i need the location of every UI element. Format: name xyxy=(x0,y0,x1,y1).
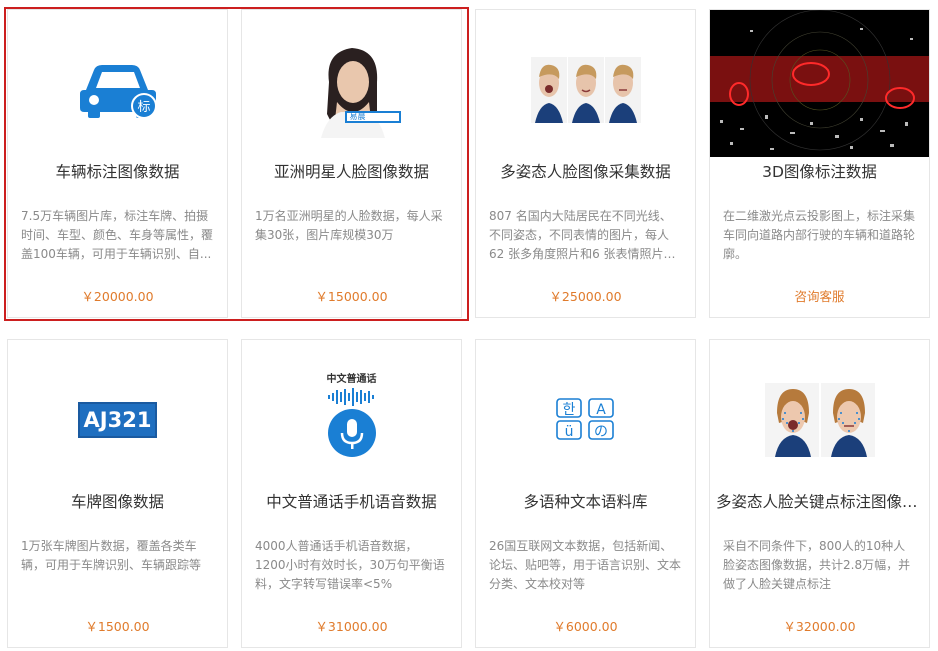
product-price: ￥6000.00 xyxy=(553,619,618,634)
plate-text: AJ321 xyxy=(77,402,158,438)
product-title[interactable]: 3D图像标注数据 xyxy=(710,160,929,182)
product-card-vehicle[interactable]: 标 车辆标注图像数据 7.5万车辆图片库，标注车牌、拍摄时间、车型、颜色、车身等… xyxy=(7,9,228,318)
face-label-badge: 易晨 xyxy=(344,111,401,123)
svg-text:の: の xyxy=(594,424,608,440)
car-icon: 标 xyxy=(8,38,227,142)
product-price: ￥32000.00 xyxy=(783,619,856,634)
multilingual-text-icon: 한 A ü の xyxy=(476,368,695,472)
product-card-multi-pose-face[interactable]: 多姿态人脸图像采集数据 807 名国内大陆居民在不同光线、不同姿态，不同表情的图… xyxy=(475,9,696,318)
speech-caption: 中文普通话 xyxy=(326,374,377,385)
product-price: ￥31000.00 xyxy=(315,619,388,634)
product-desc: 7.5万车辆图片库，标注车牌、拍摄时间、车型、颜色、车身等属性，覆盖100车辆，… xyxy=(21,209,214,261)
svg-text:A: A xyxy=(596,402,606,418)
product-card-multilingual-text[interactable]: 한 A ü の 多语种文本语料库 26国互联网文本数据，包括新闻、论坛、贴吧等，… xyxy=(475,339,696,648)
product-desc: 1万名亚洲明星的人脸数据，每人采集30张，图片库规模30万 xyxy=(255,209,443,242)
product-card-license-plate[interactable]: AJ321 车牌图像数据 1万张车牌图片数据，覆盖各类车辆，可用于车牌识别、车辆… xyxy=(7,339,228,648)
product-title[interactable]: 车辆标注图像数据 xyxy=(8,160,227,182)
lidar-3d-image xyxy=(710,10,929,157)
product-title[interactable]: 亚洲明星人脸图像数据 xyxy=(242,160,461,182)
product-desc: 26国互联网文本数据，包括新闻、论坛、贴吧等，用于语言识别、文本分类、文本校对等 xyxy=(489,539,682,591)
svg-text:한: 한 xyxy=(562,402,575,418)
license-plate-icon: AJ321 xyxy=(8,368,227,472)
product-title[interactable]: 车牌图像数据 xyxy=(8,490,227,512)
product-card-3d-annotation[interactable]: 3D图像标注数据 在二维激光点云投影图上，标注采集车同向道路内部行驶的车辆和道路… xyxy=(709,9,930,318)
star-portrait: 易晨 xyxy=(242,38,461,142)
product-desc: 在二维激光点云投影图上，标注采集车同向道路内部行驶的车辆和道路轮廓。 xyxy=(723,209,916,261)
product-price: ￥25000.00 xyxy=(549,289,622,304)
face-keypoints-image xyxy=(710,368,929,472)
product-price: ￥20000.00 xyxy=(81,289,154,304)
product-desc: 807 名国内大陆居民在不同光线、不同姿态，不同表情的图片，每人 62 张多角度… xyxy=(489,209,676,261)
product-price: ￥15000.00 xyxy=(315,289,388,304)
product-card-face-keypoints[interactable]: 多姿态人脸关键点标注图像数据 采自不同条件下，800人的10种人脸姿态图像数据，… xyxy=(709,339,930,648)
product-desc: 采自不同条件下，800人的10种人脸姿态图像数据，共计2.8万幅，并做了人脸关键… xyxy=(723,539,911,591)
product-desc: 4000人普通话手机语音数据，1200小时有效时长，30万句平衡语料，文字转写错… xyxy=(255,539,445,591)
microphone-icon: 中文普通话 xyxy=(242,370,461,460)
product-title[interactable]: 多姿态人脸图像采集数据 xyxy=(476,160,695,182)
consult-service-link[interactable]: 咨询客服 xyxy=(710,286,929,305)
product-title[interactable]: 中文普通话手机语音数据 xyxy=(242,490,461,512)
product-price: ￥1500.00 xyxy=(85,619,150,634)
svg-text:ü: ü xyxy=(564,424,573,440)
multi-pose-faces xyxy=(476,38,695,142)
product-desc: 1万张车牌图片数据，覆盖各类车辆，可用于车牌识别、车辆跟踪等 xyxy=(21,539,202,572)
product-card-mandarin-speech[interactable]: 中文普通话 中文普通话手机语音数据 4000人普通话手机语音数据，1200小时有… xyxy=(241,339,462,648)
car-badge-text: 标 xyxy=(137,100,150,115)
product-card-asian-star-face[interactable]: 易晨 亚洲明星人脸图像数据 1万名亚洲明星的人脸数据，每人采集30张，图片库规模… xyxy=(241,9,462,318)
product-title[interactable]: 多语种文本语料库 xyxy=(476,490,695,512)
product-title[interactable]: 多姿态人脸关键点标注图像数据 xyxy=(710,490,929,512)
